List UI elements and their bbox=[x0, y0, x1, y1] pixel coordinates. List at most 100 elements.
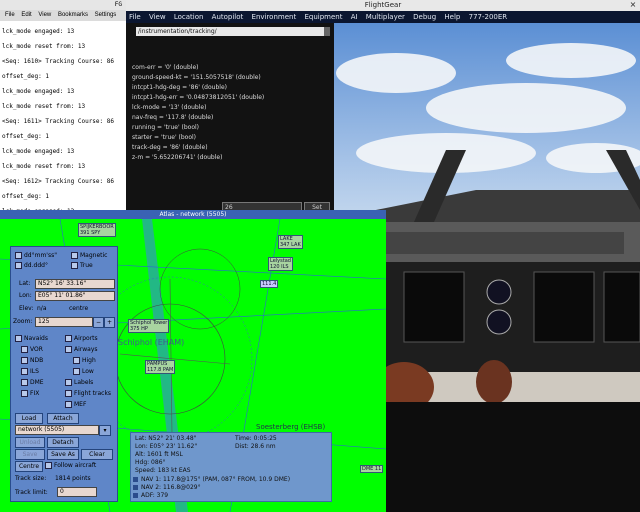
detach-button[interactable]: Detach bbox=[47, 437, 79, 448]
layer-airways-checkbox[interactable]: Airways bbox=[65, 345, 98, 354]
scrollbar-handle[interactable] bbox=[324, 27, 330, 36]
terminal-line: lck_mode reset from: 13 bbox=[2, 43, 86, 50]
menu-ai[interactable]: AI bbox=[351, 13, 358, 21]
terminal-line: lck_mode engaged: 13 bbox=[2, 88, 75, 95]
nav2-indicator bbox=[133, 485, 138, 490]
menu-environment[interactable]: Environment bbox=[252, 13, 297, 21]
map-label-soesterberg[interactable]: Soesterberg (EHSB) bbox=[256, 423, 325, 431]
terminal-menu-file[interactable]: File bbox=[5, 12, 15, 18]
layer-ils-checkbox[interactable]: ILS bbox=[21, 367, 39, 376]
property-item[interactable]: intcpt1-hdg-deg = '86' (double) bbox=[132, 83, 330, 93]
layer-mef-checkbox[interactable]: MEF bbox=[65, 400, 86, 409]
property-item[interactable]: com-err = '0' (double) bbox=[132, 63, 330, 73]
map-label-dme[interactable]: DME 11 bbox=[360, 465, 384, 473]
terminal-line: lck_mode engaged: 13 bbox=[2, 28, 75, 35]
layer-fix-checkbox[interactable]: FIX bbox=[21, 389, 39, 398]
heading-magnetic-radio[interactable]: Magnetic bbox=[71, 251, 107, 260]
terminal-menu-bookmarks[interactable]: Bookmarks bbox=[58, 12, 88, 18]
map-label-lelystad[interactable]: Lelystad 120 ILS bbox=[268, 257, 293, 271]
zoom-in-button[interactable]: + bbox=[104, 317, 115, 328]
menu-equipment[interactable]: Equipment bbox=[304, 13, 342, 21]
heading-true-radio[interactable]: True bbox=[71, 261, 93, 270]
centre-label: centre bbox=[69, 305, 89, 312]
layer-airports-checkbox[interactable]: Airports bbox=[65, 334, 98, 343]
menu-location[interactable]: Location bbox=[174, 13, 204, 21]
track-limit-label: Track limit: bbox=[15, 489, 48, 496]
layer-navaids-checkbox[interactable]: Navaids bbox=[15, 334, 48, 343]
terminal-line: lck_mode reset from: 13 bbox=[2, 103, 86, 110]
close-icon[interactable]: × bbox=[628, 0, 638, 10]
layer-ndb-checkbox[interactable]: NDB bbox=[21, 356, 43, 365]
info-lon: Lon: E05° 23' 11.62" bbox=[135, 443, 198, 450]
lon-label: Lon: bbox=[19, 292, 32, 299]
layer-flight-tracks-checkbox[interactable]: Flight tracks bbox=[65, 389, 111, 398]
atlas-control-panel: dd°mm'ss" dd.ddd° Magnetic True Lat: N52… bbox=[10, 246, 118, 502]
info-adf: ADF: 379 bbox=[141, 492, 169, 499]
terminal-line: offset_deg: 1 bbox=[2, 193, 49, 200]
track-limit-input[interactable]: 0 bbox=[57, 487, 97, 497]
property-item[interactable]: nav-freq = '117.8' (double) bbox=[132, 113, 330, 123]
terminal-menu-bar: File Edit View Bookmarks Settings bbox=[0, 10, 126, 21]
cockpit-panel bbox=[374, 222, 640, 512]
property-item[interactable]: z-m = '5.652206741' (double) bbox=[132, 153, 330, 163]
zoom-label: Zoom: bbox=[13, 318, 33, 325]
format-decimal-radio[interactable]: dd.ddd° bbox=[15, 261, 48, 270]
terminal-window: FG File Edit View Bookmarks Settings lck… bbox=[0, 0, 126, 215]
property-item[interactable]: track-deg = '86' (double) bbox=[132, 143, 330, 153]
lat-input[interactable]: N52° 16' 33.16" bbox=[35, 279, 115, 289]
map-label-spijkerboor[interactable]: SPIJKERBOOR 391 SPY bbox=[78, 223, 116, 237]
info-speed: Speed: 183 kt EAS bbox=[135, 467, 191, 474]
layer-labels-checkbox[interactable]: Labels bbox=[65, 378, 93, 387]
terminal-line: lck_mode reset from: 13 bbox=[2, 163, 86, 170]
track-size-value: 1814 points bbox=[55, 475, 91, 482]
terminal-menu-view[interactable]: View bbox=[38, 12, 51, 18]
property-item[interactable]: ground-speed-kt = '151.5057518' (double) bbox=[132, 73, 330, 83]
chevron-down-icon[interactable]: ▾ bbox=[99, 425, 111, 436]
clear-button[interactable]: Clear bbox=[81, 449, 113, 460]
terminal-line: lck_mode engaged: 13 bbox=[2, 148, 75, 155]
centre-button[interactable]: Centre bbox=[15, 461, 43, 472]
property-item[interactable]: running = 'true' (bool) bbox=[132, 123, 330, 133]
property-browser: /instrumentation/tracking/ com-err = '0'… bbox=[126, 23, 334, 213]
menu-multiplayer[interactable]: Multiplayer bbox=[366, 13, 405, 21]
property-item[interactable]: intcpt1-hdg-err = '0.04873812051' (doubl… bbox=[132, 93, 330, 103]
format-dms-radio[interactable]: dd°mm'ss" bbox=[15, 251, 57, 260]
zoom-out-button[interactable]: − bbox=[93, 317, 104, 328]
property-path-field[interactable]: /instrumentation/tracking/ bbox=[136, 27, 324, 36]
layer-vor-checkbox[interactable]: VOR bbox=[21, 345, 43, 354]
menu-view[interactable]: View bbox=[149, 13, 166, 21]
layer-dme-checkbox[interactable]: DME bbox=[21, 378, 44, 387]
property-item[interactable]: lck-mode = '13' (double) bbox=[132, 103, 330, 113]
lat-label: Lat: bbox=[19, 280, 31, 287]
info-nav2: NAV 2: 116.8@029° bbox=[141, 484, 201, 491]
save-as-button[interactable]: Save As bbox=[47, 449, 79, 460]
unload-button[interactable]: Unload bbox=[15, 437, 45, 448]
map-label-schiphol[interactable]: Schiphol (EHAM) bbox=[118, 338, 184, 347]
layer-low-checkbox[interactable]: Low bbox=[73, 367, 94, 376]
map-label-ls[interactable]: 111.4 bbox=[260, 280, 279, 288]
menu-debug[interactable]: Debug bbox=[413, 13, 436, 21]
zoom-input[interactable]: 125 bbox=[35, 317, 93, 327]
map-label-pampus[interactable]: PAMPUS 117.8 PAM bbox=[145, 360, 176, 374]
layer-high-checkbox[interactable]: High bbox=[73, 356, 96, 365]
attach-button[interactable]: Attach bbox=[47, 413, 79, 424]
info-time: Time: 0:05:25 bbox=[235, 435, 277, 442]
adf-indicator bbox=[133, 493, 138, 498]
terminal-menu-settings[interactable]: Settings bbox=[95, 12, 117, 18]
track-select[interactable]: network (5505) bbox=[15, 425, 99, 435]
lon-input[interactable]: E05° 11' 01.86" bbox=[35, 291, 115, 301]
save-button[interactable]: Save bbox=[15, 449, 45, 460]
menu-aircraft[interactable]: 777-200ER bbox=[469, 13, 508, 21]
follow-aircraft-checkbox[interactable]: Follow aircraft bbox=[45, 461, 96, 470]
terminal-menu-edit[interactable]: Edit bbox=[21, 12, 31, 18]
property-item[interactable]: starter = 'true' (bool) bbox=[132, 133, 330, 143]
menu-autopilot[interactable]: Autopilot bbox=[212, 13, 244, 21]
terminal-line: <Seq: 1612> Tracking Course: 86 bbox=[2, 178, 114, 185]
menu-help[interactable]: Help bbox=[444, 13, 460, 21]
menu-file[interactable]: File bbox=[129, 13, 141, 21]
elev-value: n/a bbox=[37, 305, 47, 312]
map-label-lake[interactable]: LAKE 347 LAK bbox=[278, 235, 303, 249]
terminal-title: FG bbox=[114, 1, 122, 8]
load-button[interactable]: Load bbox=[15, 413, 43, 424]
map-label-schiphol-tower[interactable]: Schiphol Tower 375 HP bbox=[128, 319, 170, 333]
